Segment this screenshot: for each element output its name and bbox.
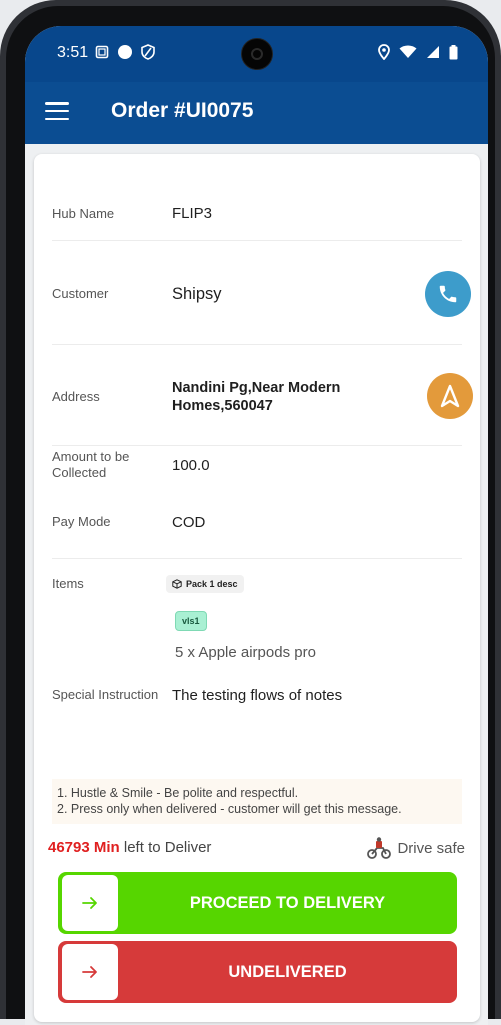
screen-icon (95, 45, 109, 64)
rider-icon (367, 837, 392, 859)
navigate-button[interactable] (427, 373, 473, 419)
note-line-2: 2. Press only when delivered - customer … (57, 802, 402, 816)
phone-screen: 3:51 Order #UI0075 Hub Name FLIP3 Custom… (25, 26, 488, 1025)
status-time: 3:51 (57, 44, 89, 61)
camera-cutout (241, 38, 273, 70)
amount-value: 100.0 (172, 457, 210, 474)
wifi-icon (399, 45, 417, 64)
address-label: Address (52, 389, 100, 404)
customer-value: Shipsy (172, 285, 222, 303)
signal-icon (426, 45, 440, 64)
status-left-icons (95, 44, 155, 65)
proceed-to-delivery-button[interactable]: PROCEED TO DELIVERY (58, 872, 457, 934)
location-icon (378, 44, 390, 65)
divider (52, 445, 462, 446)
instruction-value: The testing flows of notes (172, 687, 343, 704)
order-content: Hub Name FLIP3 Customer Shipsy Address N… (25, 144, 488, 1025)
undelivered-button[interactable]: UNDELIVERED (58, 941, 457, 1003)
time-left: 46793 Min left to Deliver (48, 839, 211, 856)
menu-icon[interactable] (45, 102, 69, 122)
amount-label-2: Collected (52, 465, 107, 480)
order-card: Hub Name FLIP3 Customer Shipsy Address N… (34, 154, 480, 1022)
address-line-2: Homes,560047 (172, 398, 273, 414)
page-title: Order #UI0075 (111, 99, 254, 122)
status-right-icons (378, 44, 458, 65)
proceed-arrow-box (62, 875, 118, 931)
delivery-notes: 1. Hustle & Smile - Be polite and respec… (52, 779, 462, 824)
phone-icon (439, 285, 457, 303)
hub-label: Hub Name (52, 206, 115, 221)
proceed-label: PROCEED TO DELIVERY (189, 894, 386, 912)
item-description: 5 x Apple airpods pro (175, 644, 316, 661)
shield-icon (141, 44, 155, 65)
minutes-left: 46793 Min (48, 839, 120, 856)
drive-safe-label: Drive safe (397, 839, 465, 857)
customer-label: Customer (52, 286, 109, 301)
divider (52, 344, 462, 345)
arrow-right-icon (82, 966, 97, 978)
divider (52, 558, 462, 559)
pack-chip: Pack 1 desc (166, 575, 244, 593)
divider (52, 240, 462, 241)
call-button[interactable] (425, 271, 471, 317)
amount-label-1: Amount to be (52, 449, 130, 464)
arrow-right-icon (82, 897, 97, 909)
battery-icon (449, 44, 458, 65)
circle-icon (117, 44, 133, 65)
undelivered-label: UNDELIVERED (228, 963, 347, 981)
items-label: Items (52, 576, 84, 591)
status-bar: 3:51 (25, 26, 488, 82)
navigation-icon (440, 384, 460, 408)
time-left-suffix: left to Deliver (119, 839, 212, 856)
app-bar: Order #UI0075 (25, 82, 488, 144)
instruction-label: Special Instruction (52, 687, 159, 702)
note-line-1: 1. Hustle & Smile - Be polite and respec… (57, 786, 299, 800)
device-frame: 3:51 Order #UI0075 Hub Name FLIP3 Custom… (0, 0, 501, 1025)
drive-safe: Drive safe (367, 837, 465, 859)
hub-value: FLIP3 (172, 205, 213, 222)
paymode-value: COD (172, 514, 206, 531)
pack-chip-label: Pack 1 desc (186, 579, 238, 589)
item-tag: vls1 (175, 611, 207, 631)
paymode-label: Pay Mode (52, 514, 111, 529)
address-line-1: Nandini Pg,Near Modern (172, 380, 341, 396)
undelivered-arrow-box (62, 944, 118, 1000)
box-icon (172, 579, 182, 589)
device-bezel: 3:51 Order #UI0075 Hub Name FLIP3 Custom… (6, 6, 495, 1025)
